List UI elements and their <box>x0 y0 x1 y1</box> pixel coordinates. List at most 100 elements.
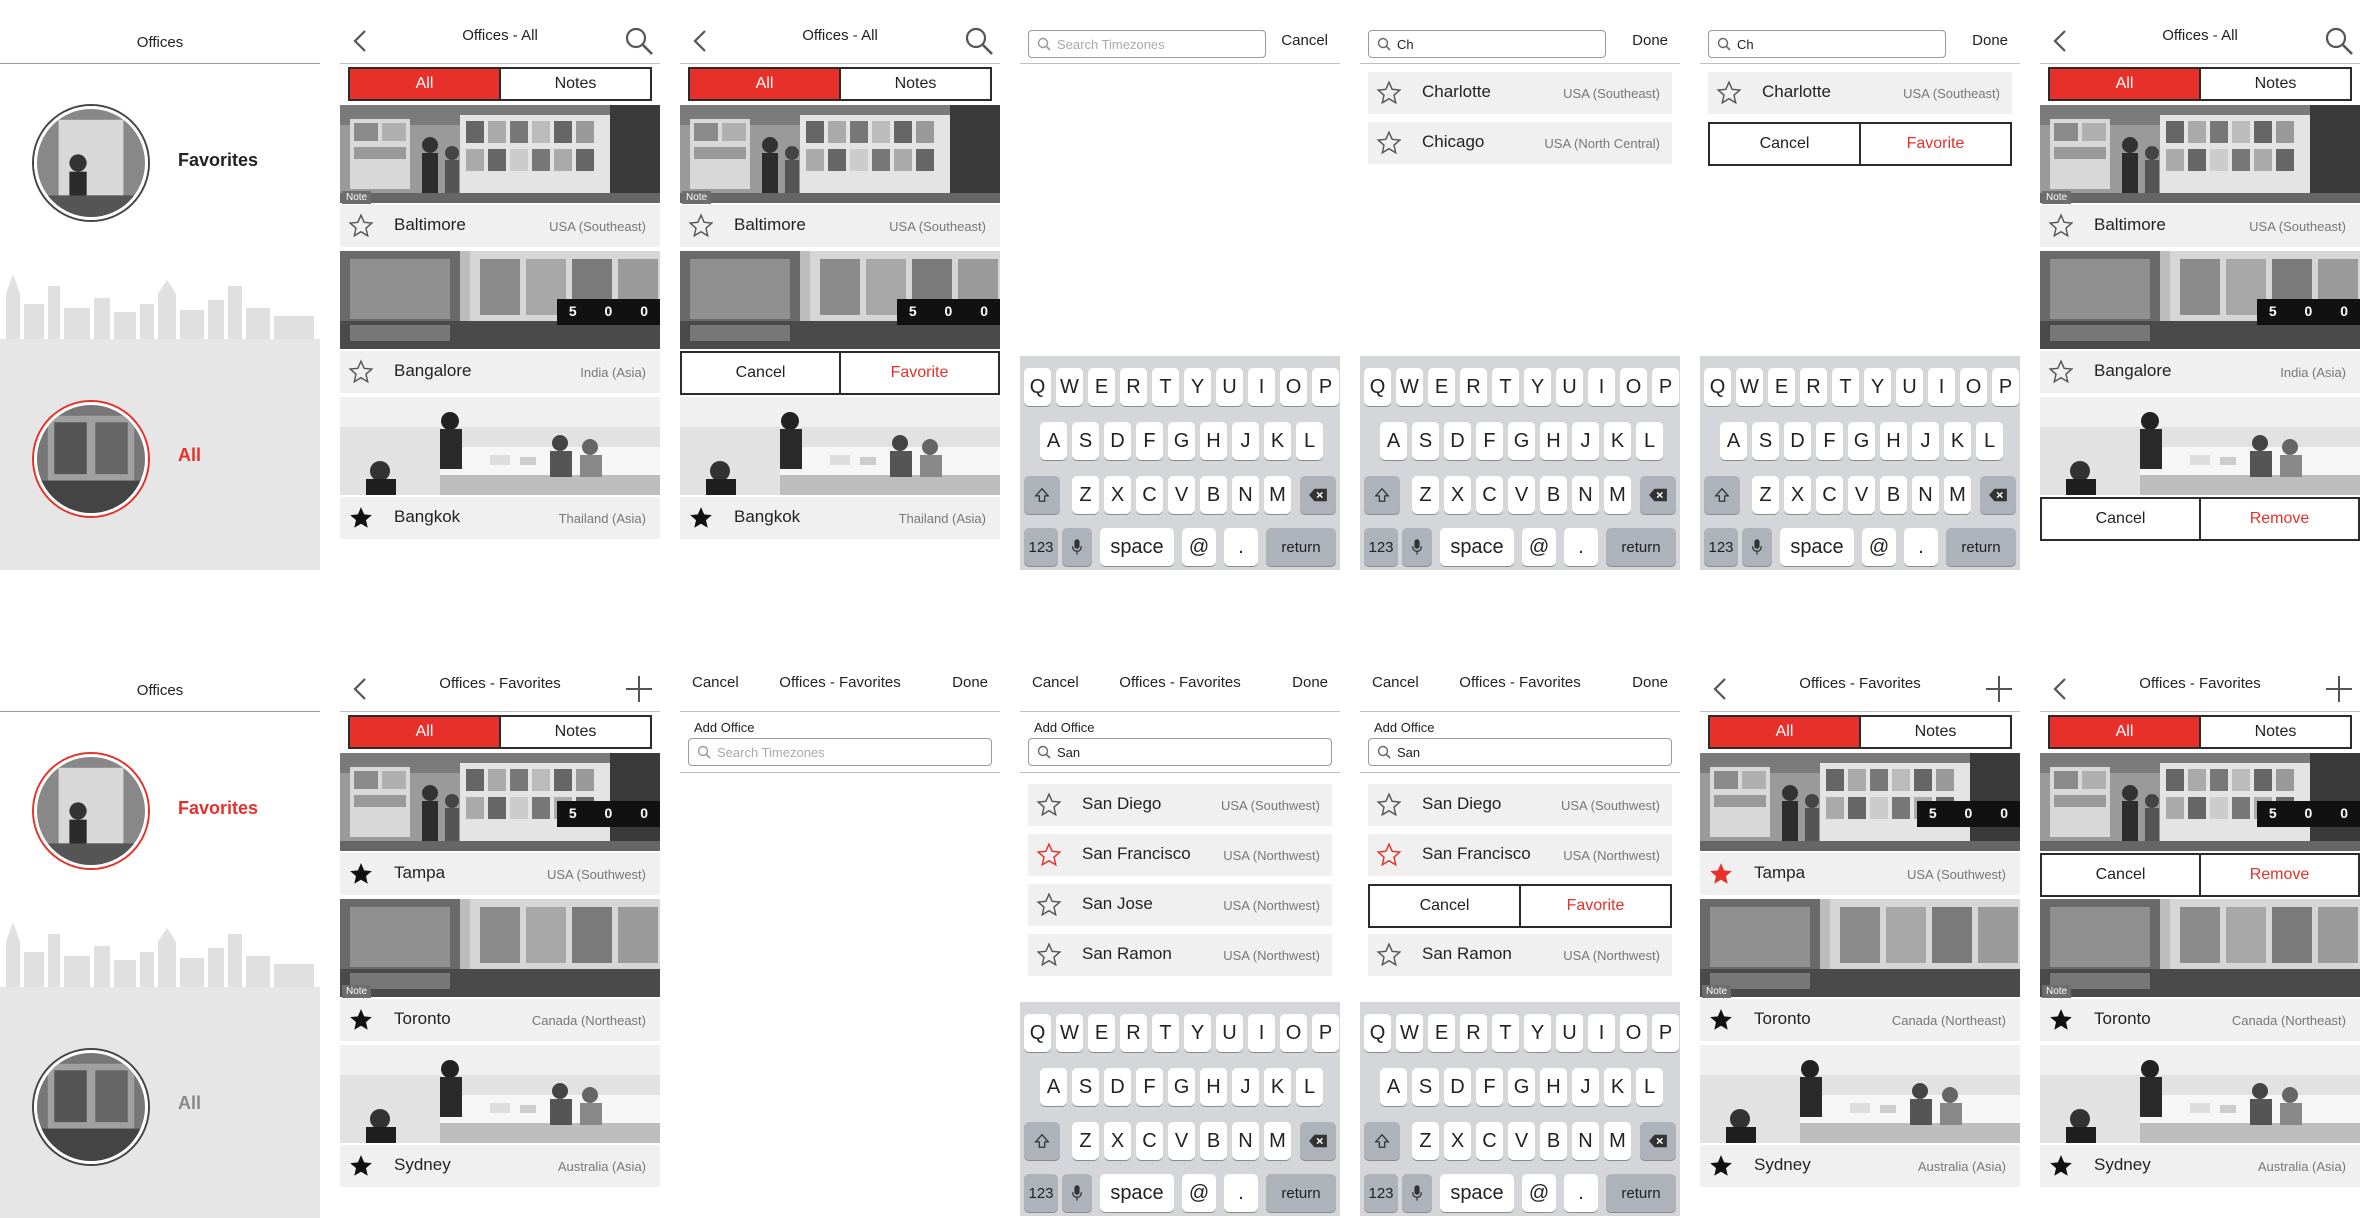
key-y[interactable]: Y <box>1184 1014 1211 1052</box>
search-result-row[interactable]: San Jose USA (Northwest) <box>1028 884 1332 926</box>
office-row[interactable]: Sydney Australia (Asia) <box>2040 1145 2360 1187</box>
key-s[interactable]: S <box>1072 422 1099 460</box>
numbers-key[interactable]: 123 <box>1024 528 1058 566</box>
favorite-button[interactable]: Favorite <box>1519 886 1670 926</box>
microphone-key[interactable] <box>1062 1174 1092 1212</box>
backspace-key[interactable] <box>1980 476 2016 514</box>
key-q[interactable]: Q <box>1024 368 1051 406</box>
key-s[interactable]: S <box>1412 422 1439 460</box>
dot-key[interactable]: . <box>1904 528 1938 566</box>
menu-all-section[interactable]: All <box>0 339 320 570</box>
key-s[interactable]: S <box>1412 1068 1439 1106</box>
star-filled-icon[interactable] <box>1708 1153 1734 1179</box>
key-j[interactable]: J <box>1572 422 1599 460</box>
star-outline-icon[interactable] <box>1036 792 1062 818</box>
favorite-button[interactable]: Favorite <box>839 353 998 393</box>
office-row[interactable]: Sydney Australia (Asia) <box>340 1145 660 1187</box>
star-outline-icon[interactable] <box>348 213 374 239</box>
key-z[interactable]: Z <box>1072 1122 1099 1160</box>
key-p[interactable]: P <box>1652 368 1679 406</box>
at-key[interactable]: @ <box>1522 1174 1556 1212</box>
office-card[interactable]: Note Baltimore USA (Southeast) <box>680 105 1000 251</box>
key-w[interactable]: W <box>1056 368 1083 406</box>
star-filled-icon[interactable] <box>2048 1007 2074 1033</box>
numbers-key[interactable]: 123 <box>1024 1174 1058 1212</box>
office-row[interactable]: Baltimore USA (Southeast) <box>2040 205 2360 247</box>
backspace-key[interactable] <box>1300 1122 1336 1160</box>
key-i[interactable]: I <box>1588 368 1615 406</box>
all-thumbnail[interactable] <box>34 1050 148 1164</box>
search-result-row[interactable]: Charlotte USA (Southeast) <box>1708 72 2012 114</box>
office-row[interactable]: Sydney Australia (Asia) <box>1700 1145 2020 1187</box>
star-outline-icon[interactable] <box>2048 359 2074 385</box>
key-m[interactable]: M <box>1604 1122 1631 1160</box>
star-filled-icon[interactable] <box>1708 1007 1734 1033</box>
shift-key[interactable] <box>1364 1122 1400 1160</box>
key-g[interactable]: G <box>1508 1068 1535 1106</box>
office-card[interactable]: 5 0 0 Bangalore India (Asia) <box>2040 251 2360 397</box>
key-e[interactable]: E <box>1428 1014 1455 1052</box>
office-card[interactable]: Sydney Australia (Asia) <box>1700 1045 2020 1191</box>
key-p[interactable]: P <box>1652 1014 1679 1052</box>
menu-item-all[interactable]: All <box>178 445 201 466</box>
key-a[interactable]: A <box>1040 1068 1067 1106</box>
back-icon[interactable] <box>2048 676 2074 702</box>
back-icon[interactable] <box>688 28 714 54</box>
office-row[interactable]: Bangalore India (Asia) <box>340 351 660 393</box>
key-x[interactable]: X <box>1784 476 1811 514</box>
star-outline-icon[interactable] <box>348 359 374 385</box>
star-filled-icon[interactable] <box>348 505 374 531</box>
key-u[interactable]: U <box>1216 368 1243 406</box>
key-e[interactable]: E <box>1088 1014 1115 1052</box>
office-row[interactable]: Bangkok Thailand (Asia) <box>680 497 1000 539</box>
key-k[interactable]: K <box>1604 422 1631 460</box>
key-f[interactable]: F <box>1476 1068 1503 1106</box>
key-d[interactable]: D <box>1104 422 1131 460</box>
key-t[interactable]: T <box>1152 368 1179 406</box>
office-card[interactable]: Bangkok Thailand (Asia) <box>680 397 1000 543</box>
key-w[interactable]: W <box>1396 368 1423 406</box>
return-key[interactable]: return <box>1266 528 1336 566</box>
search-input[interactable]: Search Timezones <box>1028 30 1266 58</box>
key-l[interactable]: L <box>1636 422 1663 460</box>
key-q[interactable]: Q <box>1024 1014 1051 1052</box>
key-o[interactable]: O <box>1280 1014 1307 1052</box>
search-icon[interactable] <box>624 26 654 56</box>
office-row[interactable]: Bangalore India (Asia) <box>2040 351 2360 393</box>
favorite-button[interactable]: Favorite <box>1859 124 2010 164</box>
shift-key[interactable] <box>1364 476 1400 514</box>
tab-notes[interactable]: Notes <box>2199 69 2350 99</box>
key-b[interactable]: B <box>1200 476 1227 514</box>
search-result-row[interactable]: San Francisco USA (Northwest) <box>1028 834 1332 876</box>
key-g[interactable]: G <box>1848 422 1875 460</box>
dot-key[interactable]: . <box>1224 528 1258 566</box>
key-j[interactable]: J <box>1232 422 1259 460</box>
star-filled-icon[interactable] <box>688 505 714 531</box>
key-r[interactable]: R <box>1120 368 1147 406</box>
key-w[interactable]: W <box>1056 1014 1083 1052</box>
key-r[interactable]: R <box>1800 368 1827 406</box>
numbers-key[interactable]: 123 <box>1704 528 1738 566</box>
key-a[interactable]: A <box>1040 422 1067 460</box>
search-result-row[interactable]: Chicago USA (North Central) <box>1368 122 1672 164</box>
all-thumbnail[interactable] <box>34 402 148 516</box>
menu-item-favorites[interactable]: Favorites <box>178 798 258 819</box>
key-l[interactable]: L <box>1976 422 2003 460</box>
key-a[interactable]: A <box>1720 422 1747 460</box>
office-card[interactable]: Note Baltimore USA (Southeast) <box>340 105 660 251</box>
key-p[interactable]: P <box>1312 368 1339 406</box>
key-i[interactable]: I <box>1248 1014 1275 1052</box>
tab-notes[interactable]: Notes <box>1859 717 2010 747</box>
tab-notes[interactable]: Notes <box>2199 717 2350 747</box>
dot-key[interactable]: . <box>1224 1174 1258 1212</box>
microphone-key[interactable] <box>1742 528 1772 566</box>
office-row[interactable]: Toronto Canada (Northeast) <box>2040 999 2360 1041</box>
star-red-outline-icon[interactable] <box>1376 842 1402 868</box>
star-red-outline-icon[interactable] <box>1036 842 1062 868</box>
dot-key[interactable]: . <box>1564 528 1598 566</box>
search-result-row[interactable]: San Ramon USA (Northwest) <box>1028 934 1332 976</box>
plus-icon[interactable] <box>2324 674 2354 704</box>
office-card[interactable]: Note Toronto Canada (Northeast) <box>1700 899 2020 1045</box>
search-result-row[interactable]: San Diego USA (Southwest) <box>1028 784 1332 826</box>
key-s[interactable]: S <box>1072 1068 1099 1106</box>
